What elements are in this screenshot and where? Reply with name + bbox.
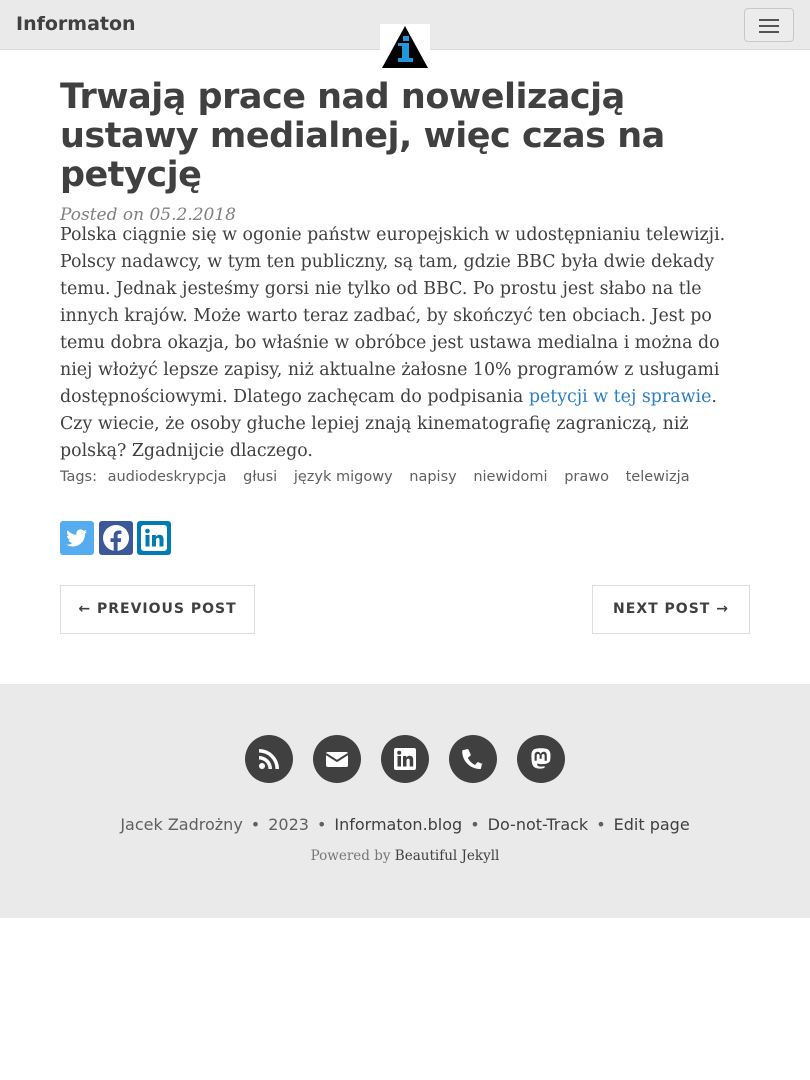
next-post-button[interactable]: NEXT POST → [592, 585, 750, 634]
post-body-text: Polska ciągnie się w ogonie państw europ… [60, 225, 726, 407]
tag-link[interactable]: napisy [409, 469, 456, 485]
footer-copyright: Jacek Zadrożny • 2023 • Informaton.blog • Do-n… [120, 815, 690, 834]
facebook-icon [103, 525, 129, 552]
site-brand-link[interactable]: Informaton [16, 13, 136, 35]
phone-link[interactable] [449, 735, 497, 783]
mastodon-icon [531, 748, 551, 769]
site-logo[interactable] [380, 24, 430, 70]
twitter-icon [66, 529, 87, 547]
edit-page-link[interactable]: Edit page [614, 815, 690, 834]
linkedin-icon [141, 525, 167, 551]
tag-link[interactable]: prawo [564, 469, 609, 485]
do-not-track-link[interactable]: Do-not-Track [488, 815, 589, 834]
rss-icon [259, 749, 279, 769]
share-twitter-button[interactable] [60, 521, 94, 555]
linkedin-link[interactable] [381, 735, 429, 783]
mastodon-link[interactable] [517, 735, 565, 783]
previous-post-button[interactable]: ← PREVIOUS POST [60, 585, 255, 634]
envelope-icon [325, 752, 349, 767]
post-header: Trwają prace nad nowelizacją ustawy medi… [60, 77, 750, 226]
menu-toggle-button[interactable] [744, 8, 794, 42]
tag-link[interactable]: telewizja [626, 469, 690, 485]
post-title: Trwają prace nad nowelizacją ustawy medi… [60, 77, 665, 195]
petition-link[interactable]: petycji w tej sprawie [529, 387, 712, 407]
share-facebook-button[interactable] [99, 521, 133, 555]
tag-link[interactable]: język migowy [294, 469, 393, 485]
tag-link[interactable]: niewidomi [473, 469, 547, 485]
linkedin-icon [394, 748, 416, 770]
copyright-year: 2023 [268, 815, 309, 834]
tags-list: Tags: audiodeskrypcja głusi język migowy… [60, 469, 702, 485]
theme-link[interactable]: Beautiful Jekyll [395, 848, 500, 864]
tag-link[interactable]: audiodeskrypcja [108, 469, 227, 485]
email-link[interactable] [313, 735, 361, 783]
post-body: Polska ciągnie się w ogonie państw europ… [60, 222, 750, 465]
site-link[interactable]: Informaton.blog [334, 815, 462, 834]
powered-by: Powered by Beautiful Jekyll [0, 848, 810, 864]
tags-label: Tags: [60, 469, 97, 485]
share-linkedin-button[interactable] [137, 521, 171, 555]
powered-by-label: Powered by [310, 848, 391, 864]
rss-link[interactable] [245, 735, 293, 783]
tag-link[interactable]: głusi [243, 469, 277, 485]
footer: Jacek Zadrożny • 2023 • Informaton.blog • Do-n… [0, 684, 810, 918]
hamburger-icon [759, 19, 779, 21]
phone-icon [462, 749, 483, 769]
author-name: Jacek Zadrożny [120, 815, 243, 834]
